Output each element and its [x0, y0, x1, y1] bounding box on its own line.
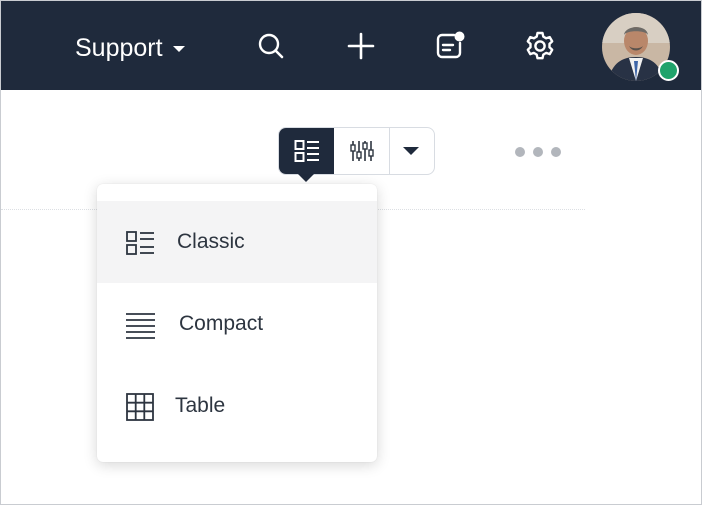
caret-down-icon — [403, 147, 419, 155]
gear-icon[interactable] — [522, 28, 558, 64]
more-options-button[interactable] — [515, 147, 561, 157]
plus-icon[interactable] — [343, 28, 379, 64]
kanban-view-button[interactable] — [334, 128, 390, 174]
menu-item-table[interactable]: Table — [97, 365, 377, 447]
menu-item-label: Classic — [177, 230, 245, 253]
view-mode-switcher — [278, 127, 435, 182]
notification-dot — [454, 31, 465, 42]
department-switcher[interactable]: Support — [75, 31, 185, 65]
search-icon[interactable] — [253, 28, 289, 64]
classic-view-icon — [294, 140, 319, 162]
menu-item-classic[interactable]: Classic — [97, 201, 377, 283]
top-navigation-bar: Support — [1, 1, 701, 90]
department-label: Support — [75, 33, 163, 62]
compact-lines-icon — [126, 313, 155, 339]
caret-down-icon — [172, 46, 185, 52]
classic-view-button[interactable] — [279, 128, 334, 182]
menu-item-label: Table — [175, 394, 226, 417]
view-dropdown-button[interactable] — [390, 128, 432, 174]
kanban-view-icon — [349, 141, 374, 161]
menu-item-compact[interactable]: Compact — [97, 283, 377, 365]
app-window: Support Classic Compact Table — [0, 0, 702, 505]
view-mode-menu: Classic Compact Table — [97, 184, 377, 462]
menu-item-label: Compact — [179, 312, 264, 335]
online-status-badge — [658, 60, 679, 81]
table-grid-icon — [126, 393, 154, 421]
user-avatar-button[interactable] — [602, 13, 679, 81]
more-horizontal-icon — [515, 147, 525, 157]
classic-list-icon — [126, 231, 154, 255]
notes-icon[interactable] — [432, 28, 468, 64]
